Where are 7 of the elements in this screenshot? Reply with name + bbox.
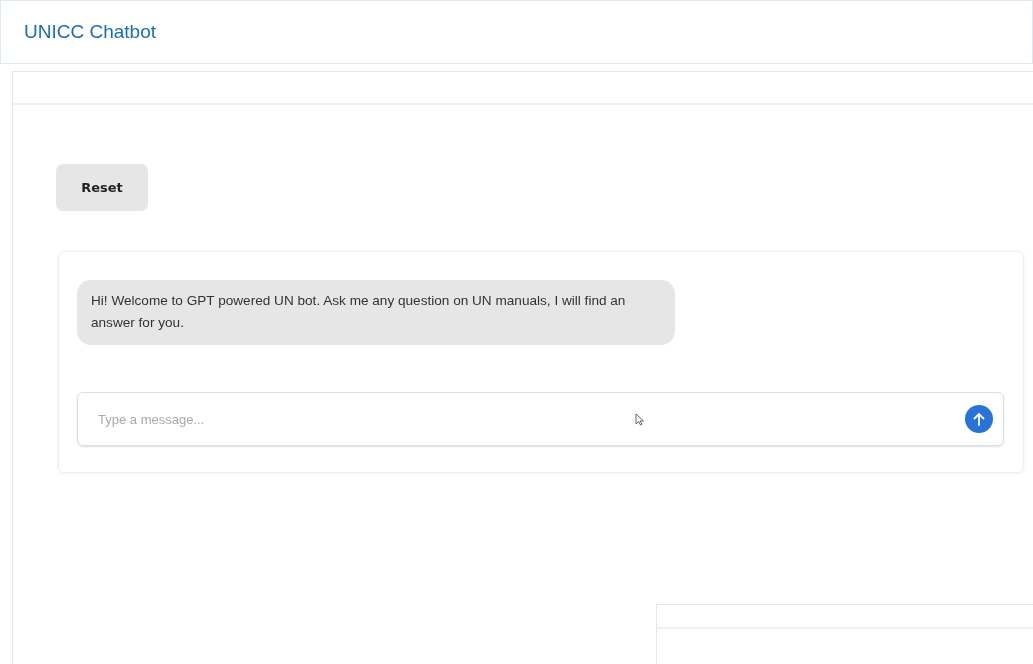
message-bubble: Hi! Welcome to GPT powered UN bot. Ask me any question on UN manuals, I will find an answer for you. (77, 280, 675, 345)
send-button[interactable] (965, 405, 993, 433)
mouse-pointer-icon (635, 412, 645, 426)
up-arrow-icon (973, 412, 985, 426)
app-title: UNICC Chatbot (24, 21, 156, 43)
message-field[interactable]: Type a message... (96, 410, 635, 428)
reset-button[interactable]: Reset (56, 164, 148, 211)
